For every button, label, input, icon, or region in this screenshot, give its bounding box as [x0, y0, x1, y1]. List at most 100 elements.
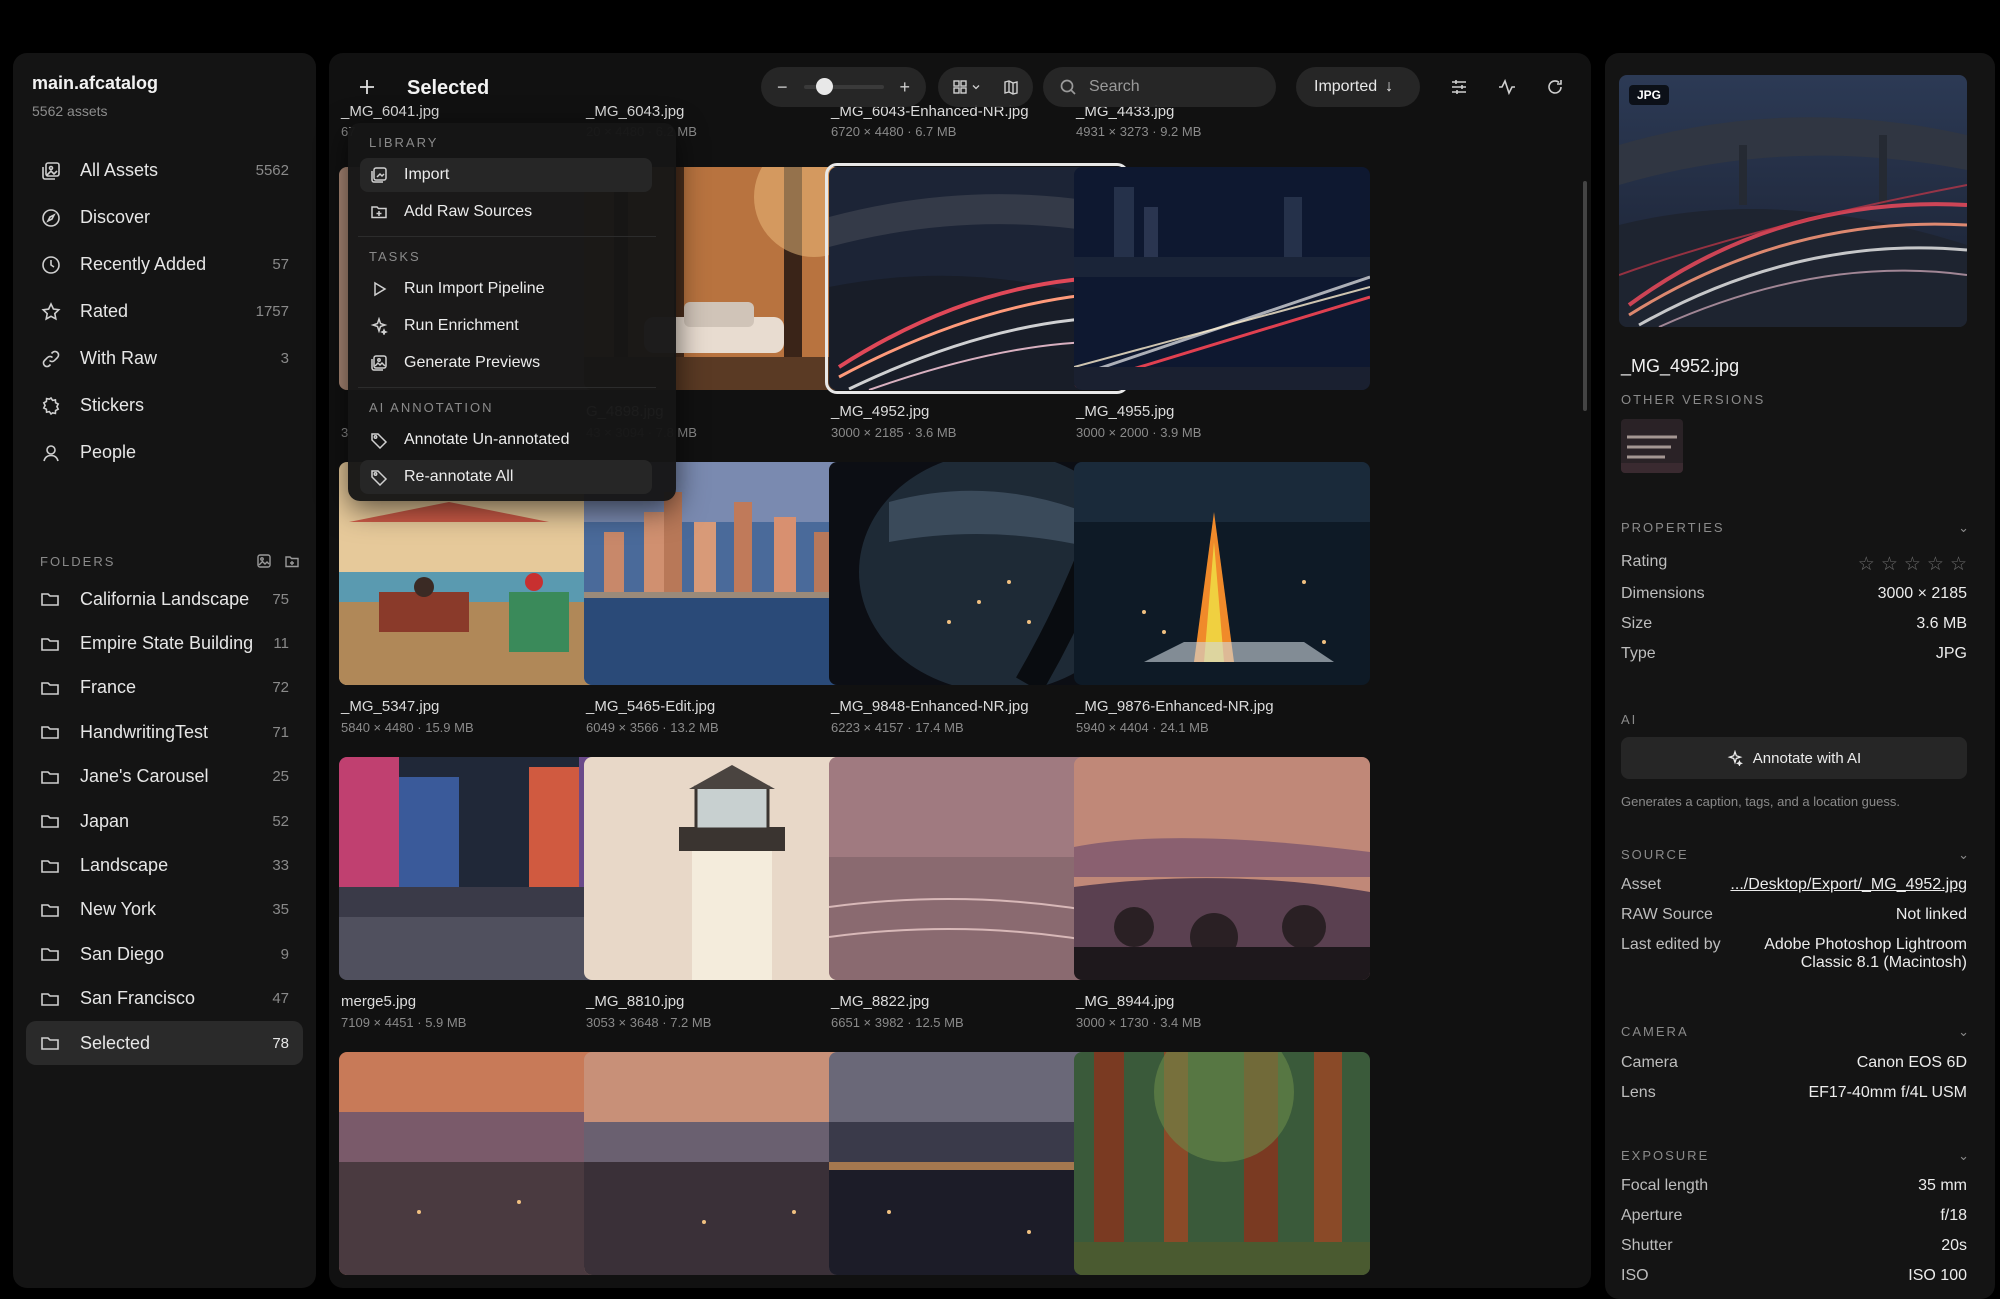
menu-item-import[interactable]: Import — [360, 158, 652, 192]
asset-thumbnail[interactable] — [1074, 1052, 1370, 1275]
folder-label: Japan — [80, 810, 130, 831]
version-thumbnail[interactable] — [1621, 419, 1683, 473]
exposure-focal: Focal length 35 mm — [1621, 1177, 1967, 1195]
sidebar-folder-item[interactable]: California Landscape 75 — [26, 577, 303, 621]
grid-view-icon[interactable] — [952, 79, 980, 95]
refresh-icon[interactable] — [1535, 67, 1575, 107]
asset-thumbnail[interactable] — [1074, 757, 1370, 980]
menu-section-ai-annotation: AI ANNOTATION — [369, 400, 494, 415]
sidebar-folder-item[interactable]: Selected 78 — [26, 1020, 303, 1066]
sidebar-folder-item[interactable]: Empire State Building 11 — [26, 621, 303, 665]
image-folder-icon[interactable] — [254, 551, 274, 571]
menu-item-label: Import — [404, 166, 450, 183]
map-view-icon[interactable] — [1003, 79, 1019, 95]
zoom-slider[interactable] — [803, 78, 884, 95]
sidebar-folder-item[interactable]: HandwritingTest 71 — [26, 710, 303, 754]
new-folder-icon[interactable] — [282, 551, 302, 571]
folder-list: California Landscape 75 Empire State Build… — [26, 577, 303, 1066]
asset-filename: _MG_5465-Edit.jpg — [586, 698, 716, 715]
rating-label: Rating — [1621, 553, 1668, 570]
format-badge: JPG — [1629, 85, 1670, 105]
sidebar-folder-item[interactable]: Jane's Carousel 25 — [26, 755, 303, 799]
chevron-down-icon: ⌄ — [1958, 1148, 1971, 1163]
menu-item-annotate-unannotated[interactable]: Annotate Un-annotated — [360, 423, 652, 457]
camera-header[interactable]: CAMERA ⌄ — [1621, 1024, 1971, 1040]
dimensions-label: Dimensions — [1621, 585, 1705, 602]
sidebar-item-all-assets[interactable]: All Assets 5562 — [26, 147, 303, 194]
sidebar-item-with-raw[interactable]: With Raw 3 — [26, 335, 303, 382]
sidebar-item-discover[interactable]: Discover — [26, 194, 303, 241]
sidebar-item-label: Discover — [80, 207, 151, 227]
zoom-in-button[interactable]: + — [899, 77, 910, 98]
folder-icon — [40, 721, 62, 743]
exposure-shutter: Shutter 20s — [1621, 1237, 1967, 1255]
filter-sliders-icon[interactable] — [1439, 67, 1479, 107]
properties-header[interactable]: PROPERTIES ⌄ — [1621, 520, 1971, 536]
menu-item-run-enrichment[interactable]: Run Enrichment — [360, 309, 652, 343]
source-raw: RAW Source Not linked — [1621, 906, 1967, 924]
folder-icon — [40, 855, 62, 877]
folder-icon — [40, 766, 62, 788]
other-versions-header: OTHER VERSIONS — [1621, 392, 1971, 407]
star-icon[interactable]: ☆ — [1904, 553, 1921, 576]
last-edited-line-1: Adobe Photoshop Lightroom — [1764, 936, 1967, 953]
lens-label: Lens — [1621, 1084, 1656, 1101]
exposure-header[interactable]: EXPOSURE ⌄ — [1621, 1148, 1971, 1164]
type-label: Type — [1621, 645, 1656, 662]
sidebar-folder-item[interactable]: Landscape 33 — [26, 843, 303, 887]
sort-button[interactable]: Imported ↓ — [1296, 67, 1420, 107]
asset-thumbnail[interactable] — [1074, 167, 1370, 390]
asset-filename: _MG_9848-Enhanced-NR.jpg — [831, 698, 1029, 715]
menu-item-add-raw-sources[interactable]: Add Raw Sources — [360, 195, 652, 229]
menu-item-label: Annotate Un-annotated — [404, 431, 570, 448]
clock-icon — [40, 254, 62, 276]
rating-stars[interactable]: ☆ ☆ ☆ ☆ ☆ — [1858, 553, 1967, 576]
sidebar-item-label: With Raw — [80, 348, 158, 368]
folder-count: 9 — [280, 945, 289, 963]
sidebar-item-label: All Assets — [80, 160, 159, 180]
aperture-value: f/18 — [1940, 1207, 1967, 1224]
activity-icon[interactable] — [1487, 67, 1527, 107]
source-header[interactable]: SOURCE ⌄ — [1621, 847, 1971, 863]
zoom-slider-knob[interactable] — [815, 78, 833, 95]
folder-label: Selected — [80, 1032, 151, 1053]
sidebar-folder-item[interactable]: France 72 — [26, 666, 303, 710]
sort-label: Imported — [1314, 78, 1378, 95]
sidebar-item-rated[interactable]: Rated 1757 — [26, 288, 303, 335]
catalog-name[interactable]: main.afcatalog — [32, 73, 158, 94]
sidebar-folder-item[interactable]: Japan 52 — [26, 799, 303, 843]
chevron-down-icon: ⌄ — [1958, 1024, 1971, 1039]
sidebar-item-stickers[interactable]: Stickers — [26, 382, 303, 429]
scrollbar[interactable] — [1583, 181, 1587, 411]
asset-filename: _MG_8944.jpg — [1076, 993, 1175, 1010]
menu-item-reannotate-all[interactable]: Re-annotate All — [360, 460, 652, 494]
sidebar-item-people[interactable]: People — [26, 429, 303, 476]
sidebar-item-recently-added[interactable]: Recently Added 57 — [26, 241, 303, 288]
star-icon[interactable]: ☆ — [1950, 553, 1967, 576]
annotate-with-ai-button[interactable]: Annotate with AI — [1621, 737, 1967, 779]
zoom-out-button[interactable]: − — [777, 77, 788, 98]
star-icon[interactable]: ☆ — [1927, 553, 1944, 576]
folder-count: 75 — [272, 590, 289, 608]
asset-metadata: 3000 × 2185 · 3.6 MB — [831, 425, 957, 440]
focal-length-value: 35 mm — [1918, 1177, 1967, 1194]
sidebar-folder-item[interactable]: San Diego 9 — [26, 932, 303, 976]
sidebar-folder-item[interactable]: San Francisco 47 — [26, 977, 303, 1021]
asset-thumbnail[interactable] — [1074, 462, 1370, 685]
annotate-with-ai-label: Annotate with AI — [1752, 749, 1862, 767]
asset-path-link[interactable]: .../Desktop/Export/_MG_4952.jpg — [1730, 876, 1967, 894]
star-icon[interactable]: ☆ — [1858, 553, 1875, 576]
asset-metadata: 4931 × 3273 · 9.2 MB — [1076, 124, 1202, 139]
camera-label: Camera — [1621, 1054, 1678, 1071]
property-rating: Rating ☆ ☆ ☆ ☆ ☆ — [1621, 553, 1967, 576]
add-menu-button[interactable] — [351, 71, 383, 103]
search-field[interactable]: Search — [1043, 67, 1276, 107]
folders-header-label: FOLDERS — [40, 553, 116, 569]
folder-label: Jane's Carousel — [80, 766, 209, 787]
exposure-aperture: Aperture f/18 — [1621, 1207, 1967, 1225]
menu-item-generate-previews[interactable]: Generate Previews — [360, 346, 652, 380]
all-assets-icon — [40, 160, 62, 182]
sidebar-folder-item[interactable]: New York 35 — [26, 888, 303, 932]
star-icon[interactable]: ☆ — [1881, 553, 1898, 576]
menu-item-run-import-pipeline[interactable]: Run Import Pipeline — [360, 272, 652, 306]
